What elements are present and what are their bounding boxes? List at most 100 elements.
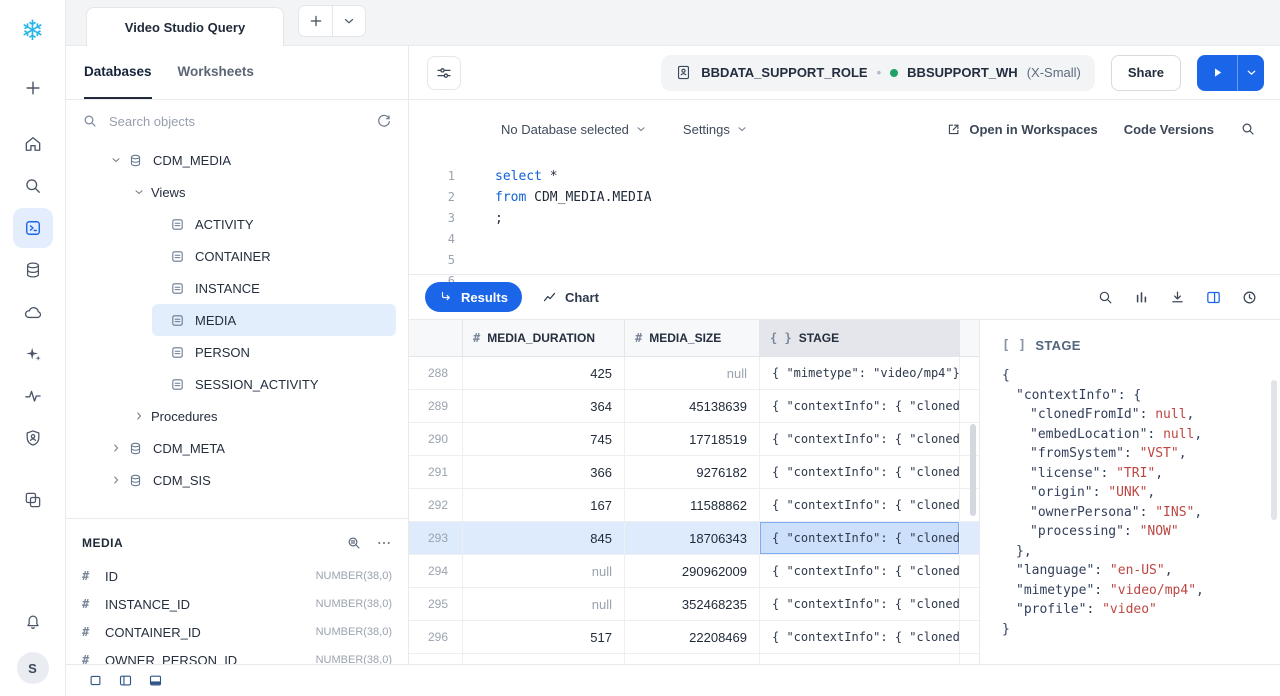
object-column-row[interactable]: #OWNER_PERSON_IDNUMBER(38,0)	[82, 646, 392, 664]
cell-media-size[interactable]: 20597905	[625, 654, 760, 664]
panel-toggle-bottom-icon[interactable]	[148, 673, 163, 688]
cell-stage[interactable]: { "contextInfo": { "clonedFro	[760, 456, 960, 488]
chevron-down-icon[interactable]	[133, 186, 146, 198]
chevron-right-icon[interactable]	[133, 410, 146, 422]
row-number-cell[interactable]: 291	[409, 456, 463, 488]
row-number-cell[interactable]: 297	[409, 654, 463, 664]
column-header-stage[interactable]: { }STAGE	[760, 320, 960, 356]
snowflake-logo-icon[interactable]: ❄	[13, 11, 53, 51]
home-icon[interactable]	[13, 124, 53, 164]
code-line[interactable]: 2from CDM_MEDIA.MEDIA	[409, 187, 1280, 208]
cell-stage[interactable]: { "contextInfo": { "clonedFro	[760, 522, 960, 554]
data-databases-icon[interactable]	[13, 250, 53, 290]
tree-item-session_activity[interactable]: SESSION_ACTIVITY	[66, 368, 408, 400]
row-number-cell[interactable]: 289	[409, 390, 463, 422]
table-row[interactable]: 2913669276182{ "contextInfo": { "clonedF…	[409, 456, 979, 489]
code-versions-link[interactable]: Code Versions	[1124, 122, 1214, 137]
tree-item-instance[interactable]: INSTANCE	[66, 272, 408, 304]
search-icon[interactable]	[13, 166, 53, 206]
cell-media-size[interactable]: 11588862	[625, 489, 760, 521]
results-search-icon[interactable]	[1090, 282, 1120, 312]
apps-icon[interactable]	[13, 480, 53, 520]
sql-editor[interactable]: 1select *2from CDM_MEDIA.MEDIA3;456	[409, 158, 1280, 274]
cell-media-size[interactable]: 290962009	[625, 555, 760, 587]
table-row[interactable]: 29651722208469{ "contextInfo": { "cloned…	[409, 621, 979, 654]
cell-media-size[interactable]: 17718519	[625, 423, 760, 455]
cell-media-size[interactable]: null	[625, 357, 760, 389]
column-stats-icon[interactable]	[1126, 282, 1156, 312]
split-panel-icon[interactable]	[1198, 282, 1228, 312]
inspector-scrollbar-thumb[interactable]	[1271, 380, 1277, 520]
data-products-cloud-icon[interactable]	[13, 292, 53, 332]
cell-media-duration[interactable]: 755	[463, 654, 625, 664]
panel-toggle-sidebar-icon[interactable]	[88, 673, 103, 688]
code-line[interactable]: 5	[409, 250, 1280, 271]
table-row[interactable]: 29216711588862{ "contextInfo": { "cloned…	[409, 489, 979, 522]
tree-item-views[interactable]: Views	[66, 176, 408, 208]
refresh-icon[interactable]	[376, 113, 392, 129]
chevron-down-icon[interactable]	[110, 154, 123, 166]
cell-media-duration[interactable]: 745	[463, 423, 625, 455]
tree-item-procedures[interactable]: Procedures	[66, 400, 408, 432]
cell-media-duration[interactable]: 517	[463, 621, 625, 653]
cell-stage[interactable]: { "contextInfo": { "clonedFro	[760, 588, 960, 620]
cell-media-size[interactable]: 9276182	[625, 456, 760, 488]
tree-item-cdm_media[interactable]: CDM_MEDIA	[66, 144, 408, 176]
row-number-cell[interactable]: 293	[409, 522, 463, 554]
code-line[interactable]: 3;	[409, 208, 1280, 229]
tab-databases[interactable]: Databases	[84, 46, 152, 99]
results-tab[interactable]: Results	[425, 282, 522, 312]
run-options-button[interactable]	[1237, 55, 1264, 91]
tree-item-container[interactable]: CONTAINER	[66, 240, 408, 272]
cell-stage[interactable]: { "contextInfo": { "clonedFro	[760, 390, 960, 422]
table-row[interactable]: 28936445138639{ "contextInfo": { "cloned…	[409, 390, 979, 423]
tree-item-activity[interactable]: ACTIVITY	[66, 208, 408, 240]
share-button[interactable]: Share	[1111, 55, 1181, 91]
search-objects-input[interactable]	[107, 113, 367, 130]
tree-item-media[interactable]: MEDIA	[152, 304, 396, 336]
open-in-workspaces-link[interactable]: Open in Workspaces	[946, 122, 1097, 137]
object-column-row[interactable]: #IDNUMBER(38,0)	[82, 562, 392, 590]
code-line[interactable]: 4	[409, 229, 1280, 250]
cell-media-duration[interactable]: null	[463, 555, 625, 587]
cell-media-size[interactable]: 18706343	[625, 522, 760, 554]
monitoring-activity-icon[interactable]	[13, 376, 53, 416]
database-selector[interactable]: No Database selected	[501, 122, 647, 137]
admin-shield-icon[interactable]	[13, 418, 53, 458]
cell-media-size[interactable]: 22208469	[625, 621, 760, 653]
worksheet-settings-sliders-icon[interactable]	[427, 56, 461, 90]
cell-stage[interactable]: { "contextInfo": { "clonedFro	[760, 654, 960, 664]
cell-stage[interactable]: { "contextInfo": { "clonedFro	[760, 423, 960, 455]
table-row[interactable]: 29074517718519{ "contextInfo": { "cloned…	[409, 423, 979, 456]
notifications-bell-icon[interactable]	[13, 601, 53, 641]
row-number-header[interactable]	[409, 320, 463, 356]
run-button[interactable]	[1197, 55, 1237, 91]
tree-item-cdm_meta[interactable]: CDM_META	[66, 432, 408, 464]
table-row[interactable]: 295null352468235{ "contextInfo": { "clon…	[409, 588, 979, 621]
object-column-row[interactable]: #INSTANCE_IDNUMBER(38,0)	[82, 590, 392, 618]
tab-worksheets[interactable]: Worksheets	[178, 46, 254, 99]
chart-tab[interactable]: Chart	[542, 290, 599, 305]
query-history-clock-icon[interactable]	[1234, 282, 1264, 312]
new-worksheet-tab-button[interactable]	[299, 6, 332, 36]
chevron-right-icon[interactable]	[110, 442, 123, 454]
grid-scrollbar-thumb[interactable]	[970, 424, 976, 516]
panel-toggle-left-icon[interactable]	[118, 673, 133, 688]
row-number-cell[interactable]: 294	[409, 555, 463, 587]
table-row[interactable]: 29775520597905{ "contextInfo": { "cloned…	[409, 654, 979, 664]
column-header-media_duration[interactable]: #MEDIA_DURATION	[463, 320, 625, 356]
table-row[interactable]: 29384518706343{ "contextInfo": { "cloned…	[409, 522, 979, 555]
row-number-cell[interactable]: 290	[409, 423, 463, 455]
cell-media-duration[interactable]: 845	[463, 522, 625, 554]
more-options-icon[interactable]	[376, 535, 392, 551]
cell-stage[interactable]: { "contextInfo": { "clonedFro	[760, 489, 960, 521]
ai-ml-sparkle-icon[interactable]	[13, 334, 53, 374]
table-row[interactable]: 294null290962009{ "contextInfo": { "clon…	[409, 555, 979, 588]
user-avatar[interactable]: S	[17, 652, 49, 684]
cell-stage[interactable]: { "contextInfo": { "clonedFro	[760, 555, 960, 587]
cell-stage[interactable]: { "contextInfo": { "clonedFro	[760, 621, 960, 653]
preview-data-icon[interactable]	[346, 535, 362, 551]
row-number-cell[interactable]: 296	[409, 621, 463, 653]
tab-list-dropdown-button[interactable]	[332, 6, 365, 36]
cell-media-duration[interactable]: 425	[463, 357, 625, 389]
